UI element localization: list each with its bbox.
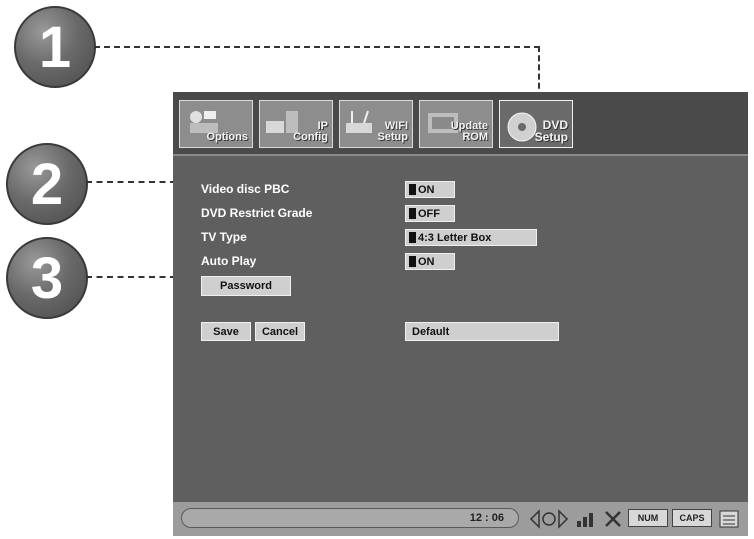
setting-value-tv-type[interactable]: 4:3 Letter Box [405, 229, 537, 246]
setting-value-auto-play[interactable]: ON [405, 253, 455, 270]
navigation-arrows-icon[interactable] [529, 509, 569, 529]
tab-label: Options [206, 131, 248, 143]
value-text: OFF [418, 207, 440, 220]
tab-label: DVD Setup [534, 118, 568, 144]
setting-value-dvd-restrict-grade[interactable]: OFF [405, 205, 455, 222]
selection-marker-icon [409, 208, 416, 219]
caps-lock-indicator: CAPS [672, 509, 712, 527]
settings-panel: Video disc PBC ON DVD Restrict Grade OFF… [173, 158, 748, 498]
value-text: ON [418, 183, 435, 196]
callout-3: 3 [6, 237, 88, 319]
tools-icon [605, 511, 621, 527]
clock-display: 12 : 06 [469, 512, 504, 524]
setting-label-tv-type: TV Type [201, 230, 247, 244]
tab-dvd-setup[interactable]: DVD Setup [499, 100, 573, 148]
tab-label: Update ROM [450, 120, 488, 143]
status-bar: 12 : 06 NUM CAPS [173, 502, 748, 536]
value-text: 4:3 Letter Box [418, 231, 492, 244]
callout-2: 2 [6, 143, 88, 225]
tab-label: WIFI Setup [377, 120, 408, 143]
setting-label-dvd-restrict-grade: DVD Restrict Grade [201, 206, 313, 220]
tab-divider [173, 154, 748, 156]
tab-bar: Options IP Config WIFI Setup Update ROM [173, 92, 748, 154]
callout-1-leader-down [538, 46, 540, 98]
callout-1: 1 [14, 6, 96, 88]
password-button[interactable]: Password [201, 276, 291, 296]
cancel-button[interactable]: Cancel [255, 322, 305, 341]
callout-3-leader [86, 276, 176, 278]
callout-number: 1 [38, 14, 72, 80]
callout-number: 2 [30, 151, 64, 217]
setting-label-video-disc-pbc: Video disc PBC [201, 182, 290, 196]
tab-options[interactable]: Options [179, 100, 253, 148]
tab-label: IP Config [293, 120, 328, 143]
selection-marker-icon [409, 256, 416, 267]
callout-number: 3 [30, 245, 64, 311]
tab-ip-config[interactable]: IP Config [259, 100, 333, 148]
callout-1-leader [94, 46, 540, 48]
selection-marker-icon [409, 232, 416, 243]
setting-label-auto-play: Auto Play [201, 254, 257, 268]
callout-2-leader [86, 181, 176, 183]
tab-wifi-setup[interactable]: WIFI Setup [339, 100, 413, 148]
tab-update-rom[interactable]: Update ROM [419, 100, 493, 148]
status-display: 12 : 06 [181, 508, 519, 528]
save-button[interactable]: Save [201, 322, 251, 341]
signal-bars-icon [577, 513, 593, 527]
num-lock-indicator: NUM [628, 509, 668, 527]
setting-value-video-disc-pbc[interactable]: ON [405, 181, 455, 198]
menu-list-icon[interactable] [718, 509, 740, 529]
value-text: ON [418, 255, 435, 268]
dvd-setup-screen: Options IP Config WIFI Setup Update ROM [173, 92, 748, 536]
selection-marker-icon [409, 184, 416, 195]
default-button[interactable]: Default [405, 322, 559, 341]
